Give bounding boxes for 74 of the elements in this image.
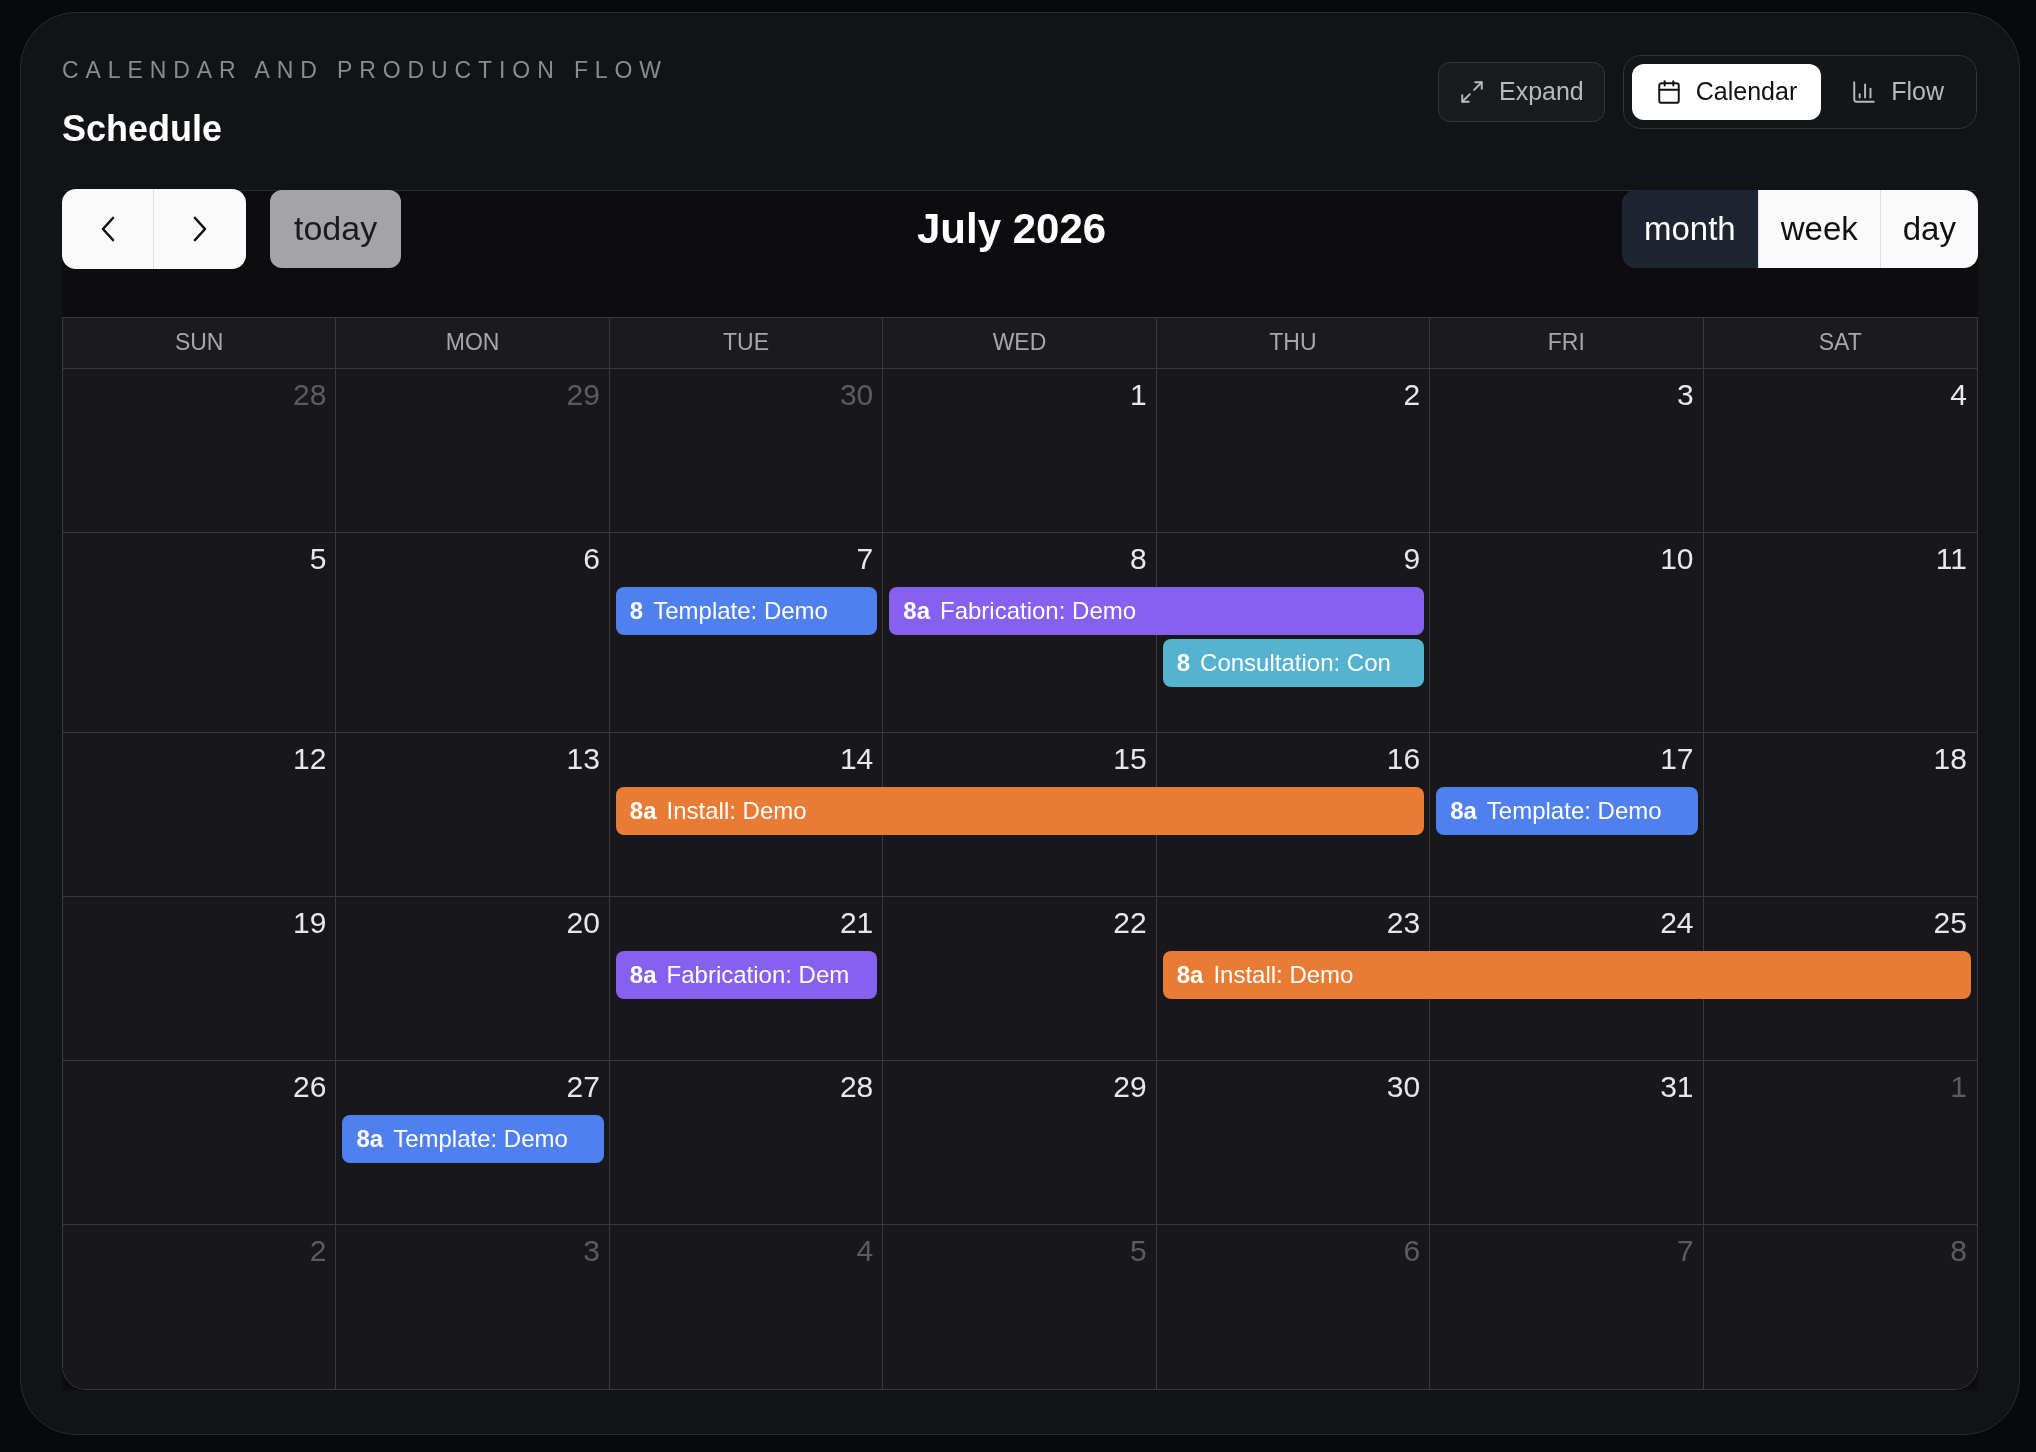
- view-tab[interactable]: Flow: [1827, 64, 1968, 120]
- today-button[interactable]: today: [270, 189, 402, 268]
- event-title: Install: Demo: [666, 795, 807, 826]
- day-number[interactable]: 14: [839, 740, 874, 777]
- weekday-header: TUE: [723, 328, 770, 358]
- event-time: 8a: [356, 1123, 384, 1154]
- event-time: 8: [629, 595, 644, 626]
- event-bar[interactable]: 8a Fabrication: Demo: [889, 586, 1425, 635]
- view-tab[interactable]: Calendar: [1631, 64, 1822, 120]
- day-number[interactable]: 27: [566, 1068, 600, 1105]
- day-number[interactable]: 5: [309, 540, 327, 577]
- weekday-header: MON: [445, 328, 500, 358]
- event-bar[interactable]: 8 Template: Demo: [615, 586, 878, 635]
- view-mode-tab[interactable]: week: [1757, 189, 1880, 268]
- day-number[interactable]: 12: [293, 740, 327, 777]
- day-number[interactable]: 28: [839, 1068, 874, 1105]
- chevron-right-icon: [193, 215, 207, 242]
- section-eyebrow: CALENDAR AND PRODUCTION FLOW: [62, 56, 668, 85]
- event-time: 8a: [629, 795, 657, 826]
- event-bar[interactable]: 8a Fabrication: Dem: [615, 950, 878, 999]
- day-number[interactable]: 24: [1660, 904, 1694, 941]
- expand-icon: [1458, 79, 1485, 105]
- day-number[interactable]: 16: [1386, 740, 1421, 777]
- event-title: Template: Demo: [1486, 795, 1662, 826]
- event-title: Consultation: Con: [1200, 647, 1391, 678]
- day-number[interactable]: 25: [1933, 904, 1967, 941]
- event-time: 8a: [1450, 795, 1477, 826]
- day-number[interactable]: 19: [293, 904, 327, 941]
- day-number[interactable]: 30: [1386, 1068, 1421, 1105]
- event-title: Install: Demo: [1213, 959, 1354, 990]
- day-number[interactable]: 9: [1403, 540, 1421, 577]
- event-time: 8a: [903, 595, 930, 626]
- schedule-title: Schedule: [62, 106, 224, 151]
- event-time: 8: [1176, 647, 1191, 678]
- day-number[interactable]: 8: [1130, 540, 1147, 577]
- event-bar[interactable]: 8a Template: Demo: [1436, 786, 1698, 835]
- event-title: Template: Demo: [393, 1123, 568, 1154]
- day-number[interactable]: 2: [1403, 376, 1421, 522]
- day-number[interactable]: 31: [1660, 1068, 1694, 1105]
- calendar-icon: [1655, 79, 1682, 105]
- month-title: July 2026: [917, 204, 1107, 254]
- view-mode-tab[interactable]: month: [1622, 189, 1758, 268]
- event-time: 8a: [1176, 959, 1204, 990]
- event-bar[interactable]: 8a Template: Demo: [342, 1114, 604, 1163]
- day-number[interactable]: 6: [583, 540, 600, 577]
- day-number[interactable]: 26: [293, 1068, 327, 1105]
- day-number[interactable]: 22: [1113, 904, 1147, 941]
- event-title: Fabrication: Dem: [666, 959, 850, 990]
- weekday-header: THU: [1269, 328, 1317, 358]
- day-number[interactable]: 11: [1935, 540, 1967, 577]
- day-number[interactable]: 23: [1386, 904, 1421, 941]
- day-number[interactable]: 1: [1130, 376, 1147, 522]
- day-number[interactable]: 17: [1660, 740, 1694, 777]
- day-number[interactable]: 10: [1660, 540, 1694, 577]
- day-number[interactable]: 29: [1113, 1068, 1147, 1105]
- weekday-header: SUN: [174, 328, 224, 358]
- weekday-header: FRI: [1547, 328, 1585, 358]
- day-number[interactable]: 21: [839, 904, 874, 941]
- day-number[interactable]: 15: [1113, 740, 1147, 777]
- chevron-left-icon: [100, 215, 115, 242]
- view-mode-tab[interactable]: day: [1879, 189, 1978, 268]
- bar-chart-icon: [1851, 79, 1878, 105]
- event-title: Template: Demo: [653, 595, 828, 626]
- day-number[interactable]: 7: [856, 540, 874, 577]
- weekday-header: SAT: [1818, 328, 1862, 358]
- event-title: Fabrication: Demo: [940, 595, 1137, 626]
- day-number[interactable]: 3: [1676, 376, 1694, 522]
- event-time: 8a: [629, 959, 657, 990]
- day-number[interactable]: 13: [566, 740, 600, 777]
- weekday-header: WED: [992, 328, 1047, 358]
- expand-button[interactable]: Expand: [1437, 62, 1605, 122]
- day-number[interactable]: 4: [1950, 376, 1967, 522]
- day-number[interactable]: 18: [1933, 740, 1967, 777]
- day-number[interactable]: 20: [566, 904, 600, 941]
